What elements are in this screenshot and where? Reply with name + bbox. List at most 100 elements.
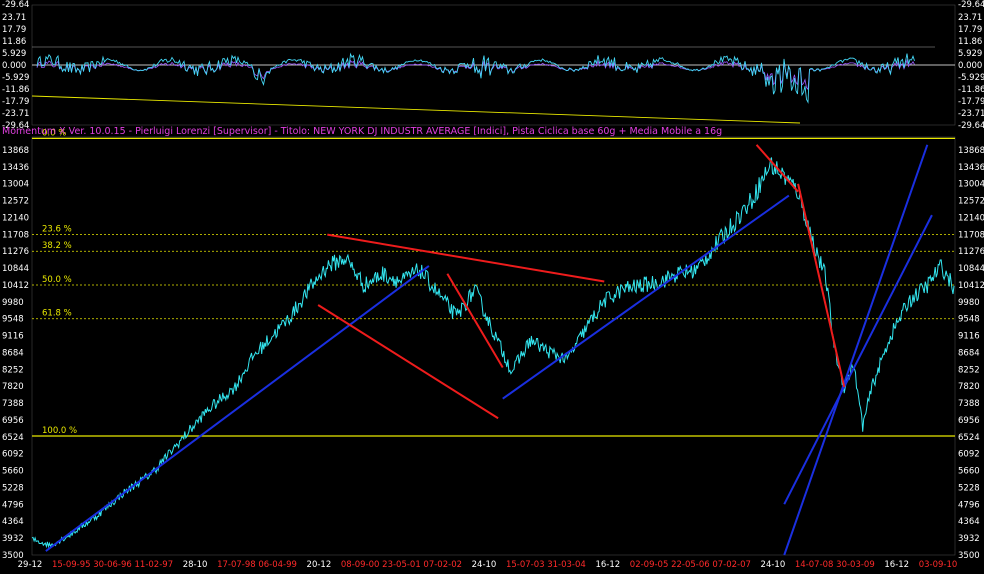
price-tick-left: 3932 xyxy=(2,534,24,544)
oscillator-tick-right: -11.86 xyxy=(958,85,984,95)
x-tick-label: 31-03-04 xyxy=(547,560,586,570)
blue-trend-line xyxy=(502,194,790,400)
price-tick-right: 12572 xyxy=(958,197,984,207)
price-tick-left: 5228 xyxy=(2,483,24,493)
fib-level-label: 61.8 % xyxy=(42,309,72,319)
x-tick-label: 14-07-08 xyxy=(795,560,834,570)
price-tick-right: 3500 xyxy=(958,551,980,561)
x-tick-label: 23-05-01 xyxy=(382,560,421,570)
price-tick-right: 13436 xyxy=(958,163,984,173)
red-trend-line xyxy=(327,233,605,283)
price-tick-left: 13868 xyxy=(2,146,29,156)
price-tick-left: 4364 xyxy=(2,517,24,527)
price-tick-left: 8684 xyxy=(2,348,24,358)
x-tick-label: 15-07-03 xyxy=(506,560,545,570)
oscillator-tick-right: -17.79 xyxy=(958,97,984,107)
price-tick-left: 6092 xyxy=(2,450,24,460)
price-tick-right: 6524 xyxy=(958,433,980,443)
price-tick-left: 6956 xyxy=(2,416,24,426)
fib-level-label: 100.0 % xyxy=(42,426,77,436)
price-tick-left: 5660 xyxy=(2,467,24,477)
fib-level-label: 23.6 % xyxy=(42,224,72,234)
oscillator-tick-left: 0.000 xyxy=(2,61,26,71)
price-tick-right: 3932 xyxy=(958,534,980,544)
price-tick-left: 10412 xyxy=(2,281,29,291)
price-tick-right: 7820 xyxy=(958,382,980,392)
price-tick-left: 11276 xyxy=(2,247,29,257)
chart-canvas: -29.64 -29.64 23.71 23.71 17.79 17.79 11.86 11.… xyxy=(2,0,984,570)
x-tick-label: 29-12 xyxy=(18,560,43,570)
red-trend-line xyxy=(446,273,504,368)
x-tick-label: 16-12 xyxy=(595,560,620,570)
oscillator-trend-line xyxy=(31,95,801,124)
x-tick-label: 07-02-02 xyxy=(423,560,462,570)
price-tick-right: 11276 xyxy=(958,247,984,257)
x-tick-label: 28-10 xyxy=(183,560,208,570)
price-tick-right: 8252 xyxy=(958,365,980,375)
x-tick-label: 30-03-09 xyxy=(836,560,875,570)
blue-trend-line xyxy=(783,214,933,505)
price-tick-right: 9980 xyxy=(958,298,980,308)
price-tick-left: 9980 xyxy=(2,298,24,308)
price-tick-left: 11708 xyxy=(2,230,29,240)
x-tick-label: 03-09-10 xyxy=(919,560,958,570)
price-panel: 3500 35003932 39324364 43644796 47965228 5228… xyxy=(2,128,984,570)
chart-window: -29.64 -29.64 23.71 23.71 17.79 17.79 11.86 11.… xyxy=(0,0,984,570)
x-tick-label: 30-06-96 xyxy=(93,560,132,570)
price-tick-right: 10412 xyxy=(958,281,984,291)
oscillator-tick-right: -29.64 xyxy=(958,121,984,131)
price-frame xyxy=(31,136,956,556)
red-trend-line xyxy=(317,304,499,420)
oscillator-tick-right: 11.86 xyxy=(958,37,982,47)
red-trend-line xyxy=(755,144,799,193)
price-tick-left: 9548 xyxy=(2,315,24,325)
price-tick-right: 9116 xyxy=(958,332,980,342)
price-tick-right: 6092 xyxy=(958,450,980,460)
x-tick-label: 11-02-97 xyxy=(135,560,174,570)
oscillator-panel: -29.64 -29.64 23.71 23.71 17.79 17.79 11.86 11.… xyxy=(2,0,984,131)
price-tick-left: 12572 xyxy=(2,197,29,207)
oscillator-tick-right: -23.71 xyxy=(958,109,984,119)
price-tick-right: 13004 xyxy=(958,180,984,190)
price-tick-right: 6956 xyxy=(958,416,980,426)
x-tick-label: 17-07-98 xyxy=(217,560,256,570)
price-tick-right: 13868 xyxy=(958,146,984,156)
x-tick-label: 20-12 xyxy=(307,560,332,570)
oscillator-tick-left: 11.86 xyxy=(2,37,26,47)
price-tick-right: 8684 xyxy=(958,348,980,358)
fib-level-label: 50.0 % xyxy=(42,275,72,285)
x-tick-label: 24-10 xyxy=(761,560,786,570)
oscillator-tick-right: 0.000 xyxy=(958,61,982,71)
price-tick-right: 4364 xyxy=(958,517,980,527)
price-tick-right: 11708 xyxy=(958,230,984,240)
price-tick-left: 6524 xyxy=(2,433,24,443)
oscillator-tick-left: 17.79 xyxy=(2,25,26,35)
oscillator-tick-right: 23.71 xyxy=(958,13,982,23)
oscillator-tick-left: -29.64 xyxy=(2,0,29,10)
x-tick-label: 02-09-05 xyxy=(630,560,669,570)
oscillator-tick-left: -11.86 xyxy=(2,85,29,95)
x-tick-label: 24-10 xyxy=(472,560,497,570)
red-trend-line xyxy=(797,183,846,388)
price-tick-left: 7388 xyxy=(2,399,24,409)
price-tick-left: 7820 xyxy=(2,382,24,392)
x-tick-label: 16-12 xyxy=(884,560,909,570)
price-tick-right: 5660 xyxy=(958,467,980,477)
price-tick-right: 4796 xyxy=(958,500,980,510)
x-tick-label: 06-04-99 xyxy=(258,560,297,570)
x-tick-label: 22-05-06 xyxy=(671,560,710,570)
blue-trend-line xyxy=(783,144,929,556)
x-tick-label: 07-02-07 xyxy=(712,560,751,570)
price-tick-right: 9548 xyxy=(958,315,980,325)
price-tick-right: 5228 xyxy=(958,483,980,493)
oscillator-tick-right: -29.64 xyxy=(958,0,984,10)
oscillator-tick-right: -5.929 xyxy=(958,73,984,83)
price-tick-left: 12140 xyxy=(2,213,29,223)
oscillator-line xyxy=(36,52,915,104)
chart-title: Momentum X Ver. 10.0.15 - Pierluigi Lore… xyxy=(2,126,722,137)
oscillator-tick-left: 5.929 xyxy=(2,49,26,59)
oscillator-tick-left: 23.71 xyxy=(2,13,26,23)
oscillator-tick-left: -5.929 xyxy=(2,73,29,83)
price-tick-left: 4796 xyxy=(2,500,24,510)
price-tick-left: 10844 xyxy=(2,264,29,274)
